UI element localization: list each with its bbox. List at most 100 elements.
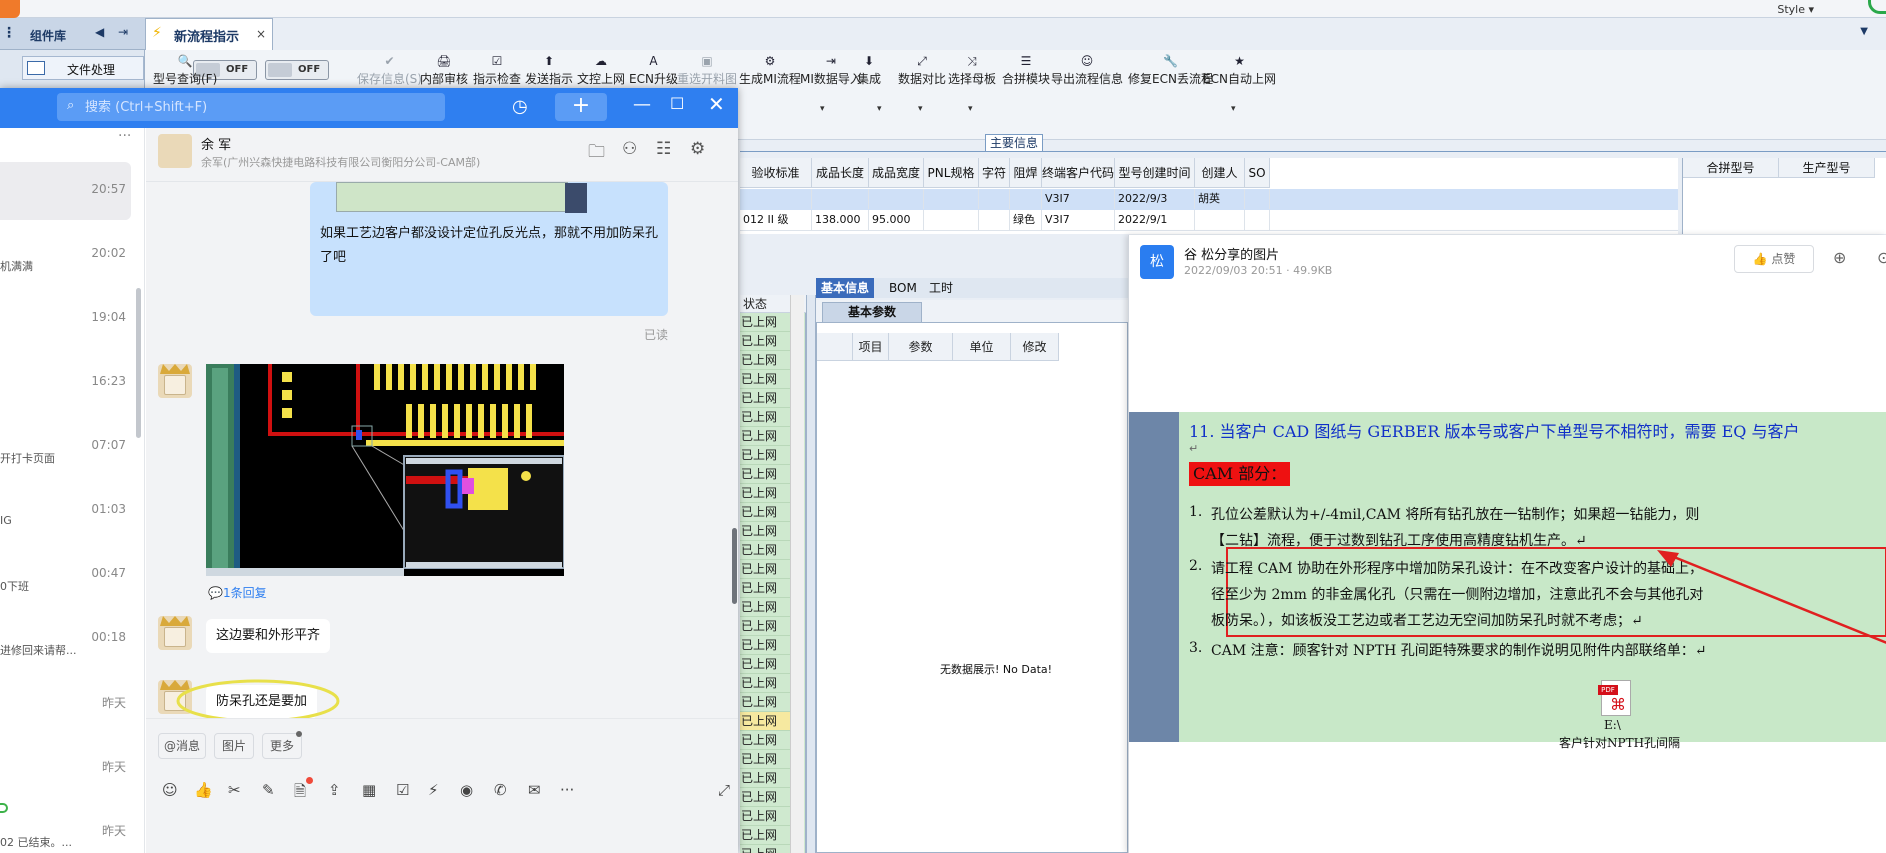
panel-splitter[interactable] xyxy=(806,295,816,853)
dropdown-arrow-icon[interactable]: ▾ xyxy=(820,104,825,114)
calendar-icon[interactable]: ▦ xyxy=(362,781,376,799)
phone-icon[interactable]: ✆ xyxy=(494,781,507,799)
toolbar-button[interactable]: 🖨 内部审核 xyxy=(420,52,468,87)
status-cell[interactable]: 已上网 xyxy=(740,845,790,853)
status-cell[interactable]: 已上网 xyxy=(740,731,790,750)
status-cell[interactable]: 已上网 xyxy=(740,788,790,807)
status-cell[interactable]: 已上网 xyxy=(740,313,790,332)
table-header[interactable]: 修改 xyxy=(1011,333,1059,361)
conversation-scrollbar[interactable] xyxy=(136,288,141,438)
status-cell[interactable]: 已上网 xyxy=(740,503,790,522)
mention-chip[interactable]: @消息 xyxy=(158,733,206,759)
status-cell[interactable]: 已上网 xyxy=(740,636,790,655)
table-header[interactable]: 成品长度 xyxy=(812,158,869,188)
table-header[interactable]: SO xyxy=(1245,158,1270,188)
conversation-preview[interactable]: 进修回来请帮... xyxy=(0,642,77,658)
dropdown-arrow-icon[interactable]: ▾ xyxy=(968,104,973,114)
tab-new-flow-instruction[interactable]: ⚡ 新流程指示 × xyxy=(145,18,273,50)
reply-count-link[interactable]: 💬1条回复 xyxy=(208,584,267,601)
toolbar-button[interactable]: ☰ 合拼模块 xyxy=(1002,52,1050,87)
table-header[interactable]: 参数 xyxy=(889,333,953,361)
status-cell[interactable]: 已上网 xyxy=(740,769,790,788)
dropdown-arrow-icon[interactable]: ▾ xyxy=(1231,104,1236,114)
thumbs-up-icon[interactable]: 👍 xyxy=(194,781,213,799)
toolbar-button[interactable]: ⤨ 选择母板 xyxy=(948,52,996,87)
status-scrollbar[interactable] xyxy=(790,295,804,853)
toolbar-button[interactable]: 🔧 修复ECN丢流程 xyxy=(1128,52,1213,87)
status-cell[interactable]: 已上网 xyxy=(740,750,790,769)
tab-work-hours[interactable]: 工时 xyxy=(924,278,958,298)
more-options-icon[interactable]: ⊙ xyxy=(1877,248,1886,267)
status-cell[interactable]: 已上网 xyxy=(740,427,790,446)
status-cell[interactable]: 已上网 xyxy=(740,389,790,408)
table-header[interactable]: 合拼型号 xyxy=(1683,158,1779,178)
status-cell[interactable]: 已上网 xyxy=(740,351,790,370)
toolbar-button[interactable]: ✔ 保存信息(S) xyxy=(357,52,422,87)
table-header[interactable]: 验收标准 xyxy=(740,158,812,188)
avatar[interactable] xyxy=(158,616,192,650)
status-cell[interactable]: 已上网 xyxy=(740,332,790,351)
status-cell[interactable]: 已上网 xyxy=(740,579,790,598)
status-cell[interactable]: 已上网 xyxy=(740,541,790,560)
like-button[interactable]: 👍 点赞 xyxy=(1734,245,1814,273)
avatar[interactable] xyxy=(158,364,192,398)
tab-basic-info[interactable]: 基本信息 xyxy=(816,278,875,298)
toggle-switch[interactable]: OFF xyxy=(265,60,329,80)
menu-icon[interactable]: ⋮ xyxy=(2,25,16,41)
sender-avatar[interactable]: 松 xyxy=(1140,245,1174,279)
table-header[interactable]: 单位 xyxy=(953,333,1011,361)
status-cell[interactable]: 已上网 xyxy=(740,370,790,389)
contact-name[interactable]: 余 军 xyxy=(201,134,231,153)
avatar[interactable] xyxy=(158,134,192,168)
tab-basic-params[interactable]: 基本参数 xyxy=(822,302,922,322)
message-image[interactable] xyxy=(336,182,587,213)
status-cell[interactable]: 已上网 xyxy=(740,446,790,465)
orange-tab[interactable] xyxy=(0,0,20,18)
toolbar-button[interactable]: 🔍 型号查询(F) xyxy=(153,52,217,87)
conversation-preview[interactable]: 开打卡页面 xyxy=(0,450,55,466)
close-icon[interactable]: ✕ xyxy=(708,92,725,116)
toolbar-button[interactable]: A ECN升级 xyxy=(629,52,678,87)
search-box[interactable]: ⌕ xyxy=(57,93,445,121)
table-header[interactable]: 终端客户代码 xyxy=(1042,158,1115,188)
table-row[interactable]: 012 II 级 138.000 95.000 绿色 V3I7 2022/9/1 xyxy=(740,210,1678,231)
conversation-preview[interactable]: 02 已结束。... xyxy=(0,834,72,850)
dropdown-arrow-icon[interactable]: ▾ xyxy=(877,104,882,114)
more-icon[interactable]: ··· xyxy=(118,128,131,144)
expand-icon[interactable]: ⤢ xyxy=(718,781,730,799)
status-cell[interactable]: 已上网 xyxy=(740,826,790,845)
more-icon[interactable]: ··· xyxy=(560,781,574,799)
status-cell[interactable]: 已上网 xyxy=(740,598,790,617)
settings-icon[interactable]: ⚙ xyxy=(690,139,705,159)
table-header[interactable]: 成品宽度 xyxy=(869,158,924,188)
status-cell[interactable]: 已上网 xyxy=(740,465,790,484)
tab-bom[interactable]: BOM xyxy=(884,278,922,298)
toolbar-button[interactable]: ⇥ MI数据导入 xyxy=(800,52,862,87)
search-history-icon[interactable]: ☷ xyxy=(656,139,671,159)
conversation-preview[interactable]: IG xyxy=(0,514,12,527)
scissors-icon[interactable]: ✂ xyxy=(228,781,241,799)
search-input[interactable] xyxy=(85,96,435,118)
status-cell[interactable]: 已上网 xyxy=(740,655,790,674)
table-row[interactable]: V3I7 2022/9/3 胡英 xyxy=(740,189,1678,210)
table-header[interactable]: 项目 xyxy=(853,333,889,361)
toolbar-button[interactable]: ⚙ 生成MI流程 xyxy=(739,52,801,87)
maximize-icon[interactable]: ☐ xyxy=(670,94,684,113)
status-cell[interactable]: 已上网 xyxy=(740,712,790,731)
edit-icon[interactable]: ✎ xyxy=(262,781,275,799)
lightning-icon[interactable]: ⚡ xyxy=(428,781,439,799)
history-icon[interactable]: ◷ xyxy=(512,96,528,117)
status-cell[interactable]: 已上网 xyxy=(740,522,790,541)
toolbar-button[interactable]: ⬆ 发送指示 xyxy=(525,52,573,87)
add-member-icon[interactable]: ⚇ xyxy=(622,139,637,159)
doc-plus-icon[interactable]: 🗎 xyxy=(294,781,306,806)
emoji-icon[interactable]: ☺ xyxy=(162,781,178,799)
status-cell[interactable]: 已上网 xyxy=(740,807,790,826)
zoom-icon[interactable]: ⊕ xyxy=(1833,248,1846,267)
status-cell[interactable]: 已上网 xyxy=(740,408,790,427)
table-header[interactable]: PNL规格 xyxy=(924,158,979,188)
pcb-screenshot-image[interactable] xyxy=(206,364,564,576)
close-tab-icon[interactable]: × xyxy=(256,27,266,41)
pin-icon[interactable]: ⇥ xyxy=(118,25,128,39)
dropdown-arrow-icon[interactable]: ▾ xyxy=(918,104,923,114)
